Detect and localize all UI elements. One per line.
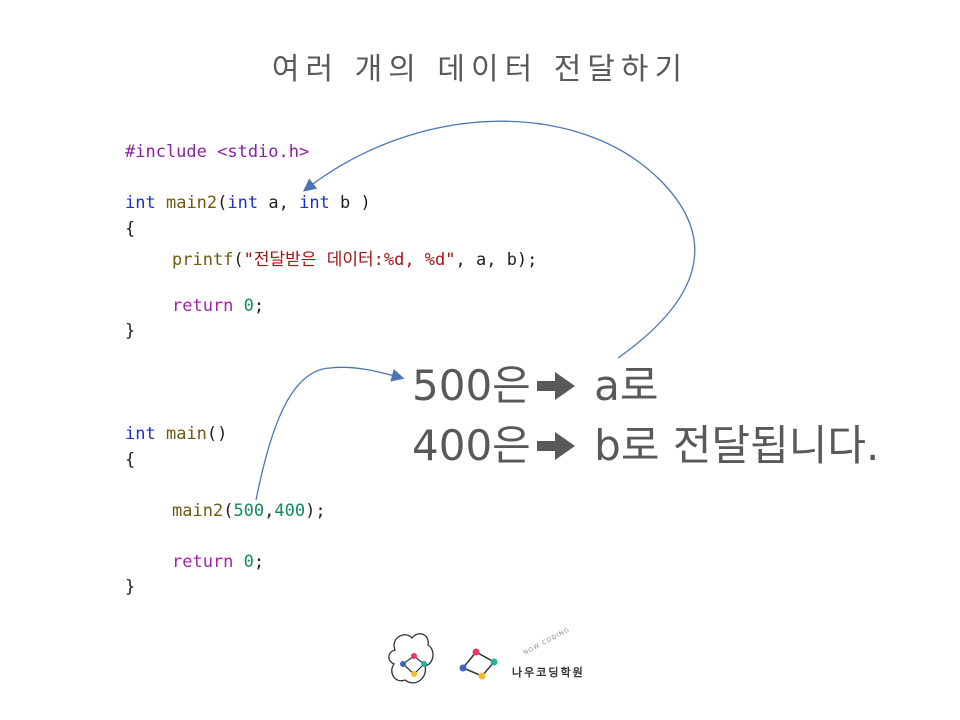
logo-name: 나우코딩학원 — [512, 666, 585, 679]
connector-arrow-to-main2 — [302, 120, 696, 359]
connector-overlay — [255, 120, 696, 684]
brain-logo-icon — [388, 633, 434, 684]
connector-arrow-from-call — [255, 366, 405, 501]
network-logo-icon — [459, 648, 498, 680]
